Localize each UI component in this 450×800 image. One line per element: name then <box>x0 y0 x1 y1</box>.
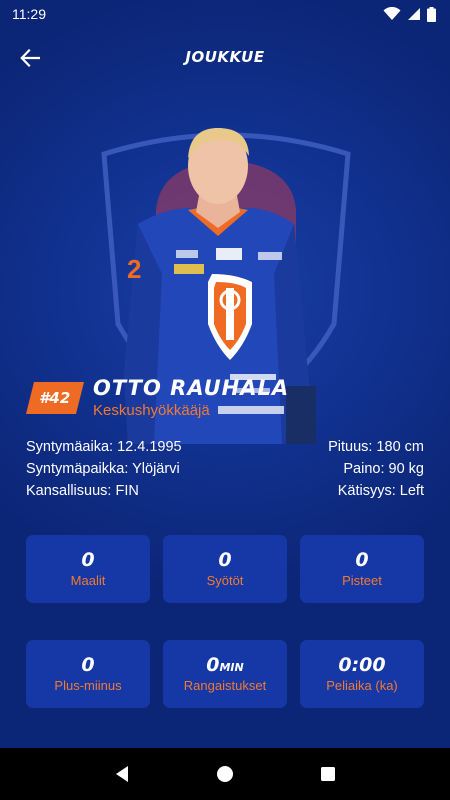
stat-label: Syötöt <box>206 573 244 588</box>
nav-recents-button[interactable] <box>308 754 348 794</box>
handedness: Kätisyys: Left <box>337 483 424 499</box>
stat-value: 0:00 <box>338 654 386 676</box>
triangle-back-icon <box>115 766 128 782</box>
stat-card-penalties[interactable]: 0MIN Rangaistukset <box>163 640 287 708</box>
nav-home-button[interactable] <box>205 754 245 794</box>
stat-label: Pisteet <box>342 573 382 588</box>
jersey-digit: 2 <box>127 254 141 284</box>
height: Pituus: 180 cm <box>328 439 424 455</box>
player-name: OTTO RAUHALA <box>93 376 290 400</box>
app-bar: JOUKKUE <box>0 28 450 84</box>
stat-card-assists[interactable]: 0 Syötöt <box>163 535 287 603</box>
birthdate: Syntymäaika: 12.4.1995 <box>26 439 182 455</box>
nav-back-button[interactable] <box>102 754 142 794</box>
stat-card-points[interactable]: 0 Pisteet <box>300 535 424 603</box>
info-row: Syntymäaika: 12.4.1995 Pituus: 180 cm <box>26 436 424 458</box>
player-info: Syntymäaika: 12.4.1995 Pituus: 180 cm Sy… <box>26 436 424 502</box>
status-time: 11:29 <box>12 6 46 22</box>
player-number-badge: #42 <box>26 382 84 414</box>
info-row: Syntymäpaikka: Ylöjärvi Paino: 90 kg <box>26 458 424 480</box>
nationality: Kansallisuus: FIN <box>26 483 139 499</box>
page-title: JOUKKUE <box>185 48 265 66</box>
stat-value: 0 <box>355 549 369 571</box>
stat-label: Rangaistukset <box>183 678 267 693</box>
stat-value: 0MIN <box>206 654 244 676</box>
circle-home-icon <box>216 766 233 782</box>
stat-value: 0 <box>218 549 232 571</box>
stat-label: Peliaika (ka) <box>326 678 398 693</box>
system-nav-bar <box>0 748 450 800</box>
stat-value: 0 <box>81 549 95 571</box>
status-bar: 11:29 <box>0 0 450 28</box>
weight: Paino: 90 kg <box>343 461 424 477</box>
stat-card-goals[interactable]: 0 Maalit <box>26 535 150 603</box>
stat-value: 0 <box>81 654 95 676</box>
stat-card-ice-time[interactable]: 0:00 Peliaika (ka) <box>300 640 424 708</box>
square-recents-icon <box>321 767 336 781</box>
stat-label: Maalit <box>70 573 106 588</box>
info-row: Kansallisuus: FIN Kätisyys: Left <box>26 480 424 502</box>
status-icons <box>383 6 436 22</box>
player-number: #42 <box>39 389 71 407</box>
stat-card-plus-minus[interactable]: 0 Plus-miinus <box>26 640 150 708</box>
wifi-icon <box>383 7 401 20</box>
stat-label: Plus-miinus <box>54 678 122 693</box>
screen: 11:29 JOUKKUE 2 #42 OTTO RAUHALA Keskush… <box>0 0 450 800</box>
signal-icon <box>408 8 420 20</box>
battery-icon <box>427 6 436 22</box>
birthplace: Syntymäpaikka: Ylöjärvi <box>26 461 180 477</box>
jersey-arm-number: 2 <box>127 254 141 284</box>
player-position: Keskushyökkääjä <box>93 402 210 419</box>
